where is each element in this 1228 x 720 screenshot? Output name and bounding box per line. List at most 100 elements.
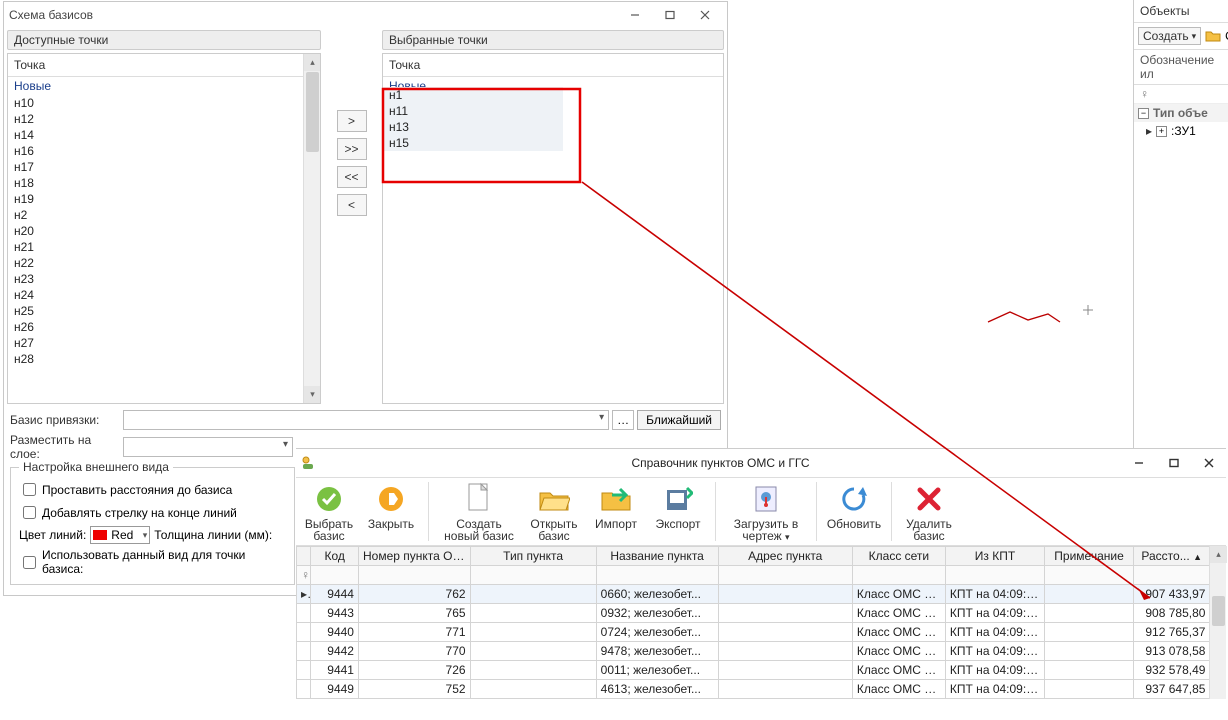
layer-combo[interactable] (123, 437, 293, 457)
color-label: Цвет линий: (19, 528, 86, 542)
useview-checkbox[interactable] (23, 556, 36, 569)
available-point[interactable]: н21 (8, 239, 320, 255)
col-code[interactable]: Код (311, 547, 359, 566)
col-note[interactable]: Примечание (1045, 547, 1134, 566)
available-point[interactable]: н24 (8, 287, 320, 303)
color-combo[interactable]: Red▾ (90, 526, 150, 544)
available-point[interactable]: н18 (8, 175, 320, 191)
scrollbar[interactable]: ▴ ▾ (303, 54, 320, 403)
available-point[interactable]: н14 (8, 127, 320, 143)
table-row[interactable]: 94427709478; железобет...Класс ОМС – ...… (297, 642, 1226, 661)
directory-toolbar: Выбрать базис Закрыть Создать новый бази… (296, 477, 1226, 546)
col-name[interactable]: Название пункта (596, 547, 718, 566)
refresh-button[interactable]: Обновить (827, 480, 881, 530)
col-dist[interactable]: Рассто... ▲ (1133, 547, 1209, 566)
load-to-drawing-button[interactable]: Загрузить в чертеж ▾ (726, 480, 806, 543)
move-right-button[interactable]: > (337, 110, 367, 132)
basis-browse-button[interactable]: … (612, 410, 634, 430)
maximize-button[interactable] (652, 2, 687, 27)
move-left-button[interactable]: < (337, 194, 367, 216)
available-point[interactable]: н25 (8, 303, 320, 319)
filter-type[interactable] (470, 566, 596, 585)
move-all-left-button[interactable]: << (337, 166, 367, 188)
arrow-checkbox[interactable] (23, 506, 36, 519)
available-points-list[interactable]: Точка Новые н10н12н14н16н17н18н19н2н20н2… (7, 53, 321, 404)
available-point[interactable]: н16 (8, 143, 320, 159)
selected-point[interactable]: н1 (383, 87, 563, 103)
minimize-button[interactable] (617, 2, 652, 27)
basis-combo[interactable] (123, 410, 609, 430)
dir-close-button[interactable] (1191, 451, 1226, 476)
distance-label: Проставить расстояния до базиса (42, 483, 232, 497)
app-icon (296, 455, 320, 471)
selected-point[interactable]: н11 (383, 103, 563, 119)
selected-point[interactable]: н15 (383, 135, 563, 151)
distance-checkbox[interactable] (23, 483, 36, 496)
col-oms-num[interactable]: Номер пункта ОМС (358, 547, 470, 566)
selected-points-header: Выбранные точки (382, 30, 724, 50)
basis-title: Схема базисов (9, 8, 93, 22)
dir-maximize-button[interactable] (1156, 451, 1191, 476)
filter-addr[interactable] (718, 566, 852, 585)
filter-num[interactable] (358, 566, 470, 585)
table-scrollbar[interactable]: ▴ (1209, 546, 1226, 699)
delete-basis-button[interactable]: Удалить базис (902, 480, 956, 542)
available-point[interactable]: н27 (8, 335, 320, 351)
filter-note[interactable] (1045, 566, 1134, 585)
nearest-button[interactable]: Ближайший (637, 410, 721, 430)
filter-dist[interactable] (1133, 566, 1209, 585)
col-type[interactable]: Тип пункта (470, 547, 596, 566)
selected-points-list[interactable]: Точка Новые н1н11н13н15 (382, 53, 724, 404)
filter-code[interactable] (311, 566, 359, 585)
folder-icon[interactable] (1205, 28, 1221, 45)
close-button[interactable] (687, 2, 722, 27)
available-point[interactable]: н17 (8, 159, 320, 175)
table-scroll-thumb[interactable] (1212, 596, 1225, 626)
available-point[interactable]: н26 (8, 319, 320, 335)
col-class[interactable]: Класс сети (852, 547, 945, 566)
available-point[interactable]: н22 (8, 255, 320, 271)
table-row[interactable]: 94497524613; железобет...Класс ОМС – ...… (297, 680, 1226, 699)
category-new-2[interactable]: Новые (383, 77, 723, 87)
close-button-tool[interactable]: Закрыть (364, 480, 418, 530)
available-point[interactable]: н10 (8, 95, 320, 111)
import-button[interactable]: Импорт (589, 480, 643, 530)
points-table[interactable]: Код Номер пункта ОМС Тип пункта Название… (296, 546, 1226, 699)
category-new[interactable]: Новые (8, 77, 320, 95)
expand-type-button[interactable]: − (1138, 108, 1149, 119)
object-zu1[interactable]: :ЗУ1 (1171, 124, 1196, 138)
move-all-right-button[interactable]: >> (337, 138, 367, 160)
available-point[interactable]: н28 (8, 351, 320, 367)
create-button[interactable]: Создать▾ (1138, 27, 1201, 45)
filter-class[interactable] (852, 566, 945, 585)
row-indicator-icon: ▸ (1146, 124, 1152, 138)
filter-icon-cell[interactable]: ♀ (297, 566, 311, 585)
table-scroll-up[interactable]: ▴ (1210, 546, 1227, 563)
expand-object-button[interactable]: + (1156, 126, 1167, 137)
table-row[interactable]: 94417260011; железобет...Класс ОМС – ...… (297, 661, 1226, 680)
scroll-up-icon[interactable]: ▴ (304, 54, 321, 71)
select-basis-button[interactable]: Выбрать базис (302, 480, 356, 542)
available-point[interactable]: н19 (8, 191, 320, 207)
table-row[interactable]: 94437650932; железобет...Класс ОМС – ...… (297, 604, 1226, 623)
scroll-thumb[interactable] (306, 72, 319, 152)
filter-kpt[interactable] (945, 566, 1044, 585)
filter-icon[interactable]: ♀ (1138, 87, 1149, 101)
create-basis-button[interactable]: Создать новый базис (439, 480, 519, 542)
table-row[interactable]: 94407710724; железобет...Класс ОМС – ...… (297, 623, 1226, 642)
export-button[interactable]: Экспорт (651, 480, 705, 530)
basis-label: Базис привязки: (10, 413, 123, 427)
col-addr[interactable]: Адрес пункта (718, 547, 852, 566)
available-point[interactable]: н20 (8, 223, 320, 239)
dir-minimize-button[interactable] (1121, 451, 1156, 476)
color-swatch (93, 530, 107, 540)
available-point[interactable]: н2 (8, 207, 320, 223)
table-row[interactable]: 94447620660; железобет...Класс ОМС – ...… (297, 585, 1226, 604)
selected-point[interactable]: н13 (383, 119, 563, 135)
open-basis-button[interactable]: Открыть базис (527, 480, 581, 542)
filter-name[interactable] (596, 566, 718, 585)
col-kpt[interactable]: Из КПТ (945, 547, 1044, 566)
available-point[interactable]: н12 (8, 111, 320, 127)
available-point[interactable]: н23 (8, 271, 320, 287)
scroll-down-icon[interactable]: ▾ (304, 386, 321, 403)
